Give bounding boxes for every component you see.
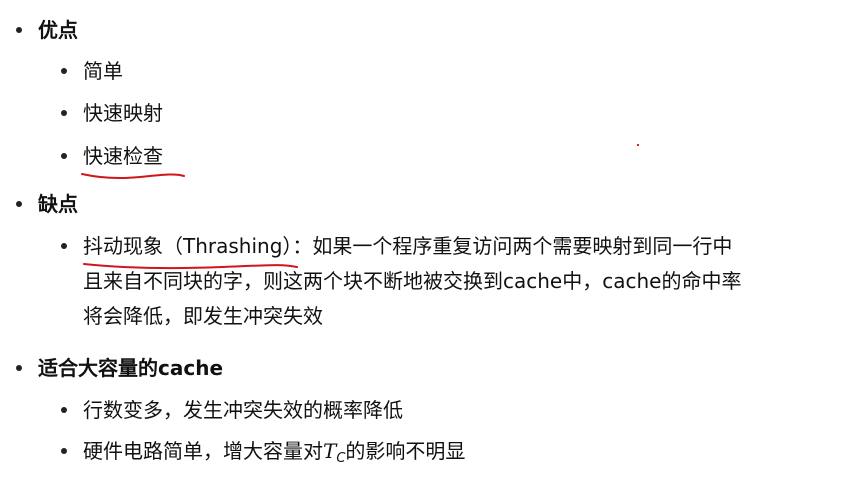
red-underline-annotation xyxy=(81,173,185,179)
bullet-dot xyxy=(61,110,67,116)
large-cache-item: 硬件电路简单，增大容量对TC的影响不明显 xyxy=(83,434,465,476)
bullet-dot xyxy=(61,448,67,454)
thrashing-paragraph: 抖动现象（Thrashing）：如果一个程序重复访问两个需要映射到同一行中 且来… xyxy=(83,229,823,334)
advantage-item: 快速映射 xyxy=(83,101,163,125)
red-underline-annotation xyxy=(83,263,298,269)
tc-math-var: T xyxy=(323,439,337,463)
bullet-dot xyxy=(61,153,67,159)
stray-red-mark xyxy=(637,144,639,146)
disadvantages-heading: 缺点 xyxy=(38,192,78,216)
bullet-dot xyxy=(16,365,22,371)
tc-prefix: 硬件电路简单，增大容量对 xyxy=(83,439,323,463)
advantages-heading: 优点 xyxy=(38,18,78,42)
advantage-item: 简单 xyxy=(83,59,123,83)
tc-suffix: 的影响不明显 xyxy=(345,439,466,463)
bullet-dot xyxy=(61,68,67,74)
advantage-item: 快速检查 xyxy=(83,144,163,168)
large-cache-item: 行数变多，发生冲突失效的概率降低 xyxy=(83,398,403,422)
slide: 优点 简单 快速映射 快速检查 缺点 抖动现象（Thrashing）：如果一个程… xyxy=(0,0,851,483)
bullet-dot xyxy=(61,407,67,413)
thrashing-text: ：如果一个程序重复访问两个需要映射到同一行中 xyxy=(292,234,733,258)
thrashing-line-3: 将会降低，即发生冲突失效 xyxy=(83,304,323,328)
bullet-dot xyxy=(16,201,22,207)
large-cache-heading: 适合大容量的cache xyxy=(38,356,224,380)
bullet-dot xyxy=(16,27,22,33)
bullet-dot xyxy=(61,243,67,249)
thrashing-term: 抖动现象（Thrashing） xyxy=(83,234,293,258)
